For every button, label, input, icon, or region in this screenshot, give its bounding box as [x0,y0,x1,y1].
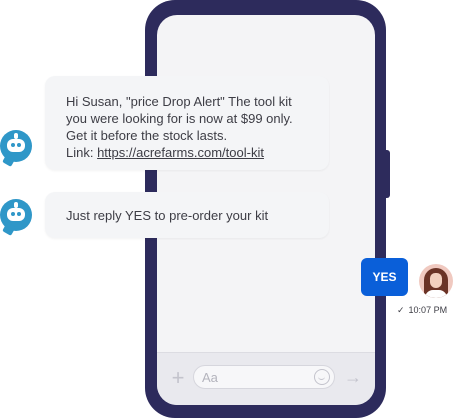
check-icon: ✓ [397,305,405,315]
bot-icon-eye [17,143,21,147]
send-arrow-icon[interactable]: → [343,365,363,389]
avatar-shirt [425,290,447,298]
message-composer: + Aa → [157,352,375,405]
bot-message-line: you were looking for is now at $99 only. [66,111,293,126]
user-reply-bubble: YES [361,258,408,296]
bot-icon-tail [2,222,16,236]
bot-icon-eye [11,212,15,216]
bot-message-bubble: Hi Susan, "price Drop Alert" The tool ki… [45,76,329,170]
bot-icon-face [7,208,25,221]
bot-icon-face [7,139,25,152]
message-time: 10:07 PM [408,305,448,315]
bot-icon-eye [17,212,21,216]
message-input-placeholder: Aa [202,370,218,385]
phone-side-button [385,150,390,198]
bot-message-link-line: Link: https://acrefarms.com/tool-kit [66,144,311,161]
bot-message-text: Just reply YES to pre-order your kit [66,208,269,223]
product-link[interactable]: https://acrefarms.com/tool-kit [97,145,264,160]
message-status: ✓ 10:07 PM [397,305,447,316]
user-avatar [419,264,453,298]
message-input[interactable]: Aa [193,365,335,389]
plus-icon[interactable]: + [168,367,188,389]
bot-message-line: Get it before the stock lasts. [66,128,228,143]
bot-icon-eye [11,143,15,147]
emoji-icon[interactable] [314,369,330,385]
avatar-face [430,273,442,288]
bot-message-bubble: Just reply YES to pre-order your kit [45,192,329,238]
bot-icon-tail [2,153,16,167]
link-prefix: Link: [66,145,98,160]
bot-icon [0,199,32,236]
bot-message-line: Hi Susan, "price Drop Alert" The tool ki… [66,94,292,109]
bot-icon [0,130,32,167]
